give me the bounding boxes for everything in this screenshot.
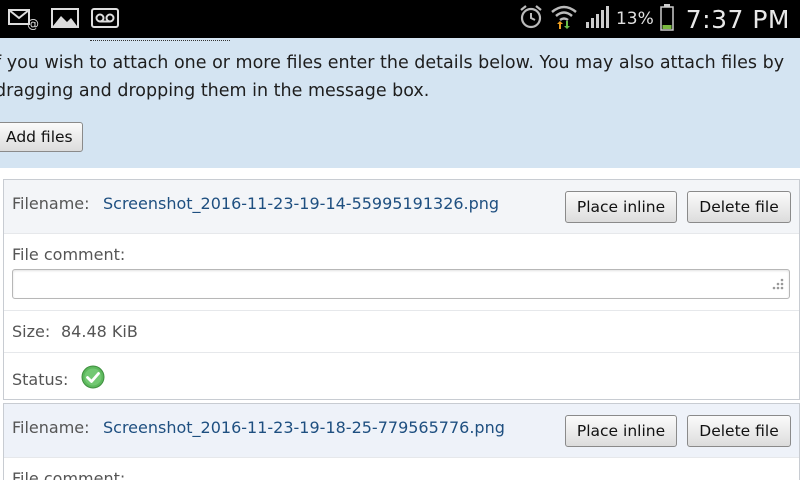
status-label: Status: — [12, 370, 69, 389]
place-inline-button[interactable]: Place inline — [565, 191, 677, 223]
size-row: Size: 84.48 KiB — [4, 311, 799, 353]
wifi-icon — [550, 3, 578, 35]
filename-row: Filename: Screenshot_2016-11-23-19-14-55… — [4, 180, 799, 234]
file-comment-label: File comment: — [12, 469, 126, 480]
size-value: 84.48 KiB — [61, 322, 138, 341]
attachments-intro: f you wish to attach one or more files e… — [0, 38, 800, 168]
filename-value: Screenshot_2016-11-23-19-14-55995191326.… — [103, 194, 500, 213]
filename-value: Screenshot_2016-11-23-19-18-25-779565776… — [103, 418, 505, 437]
intro-text: f you wish to attach one or more files e… — [0, 49, 800, 105]
voicemail-icon — [90, 6, 120, 34]
intro-line-2: dragging and dropping them in the messag… — [0, 81, 430, 101]
notification-icons: @ — [8, 6, 120, 34]
battery-percent: 13% — [615, 9, 654, 29]
signal-icon — [584, 4, 610, 34]
comment-row: File comment: — [4, 234, 799, 311]
add-files-button[interactable]: Add files — [0, 122, 83, 152]
intro-line-1: f you wish to attach one or more files e… — [0, 53, 785, 73]
email-icon: @ — [8, 6, 40, 34]
clock: 7:37 PM — [685, 4, 790, 34]
file-attachment-panel: Filename: Screenshot_2016-11-23-19-18-25… — [3, 403, 800, 480]
delete-file-button[interactable]: Delete file — [687, 191, 791, 223]
gallery-icon — [50, 6, 80, 34]
size-label: Size: — [12, 322, 51, 341]
alarm-icon — [518, 3, 544, 35]
file-comment-label: File comment: — [12, 245, 126, 264]
battery-icon — [660, 3, 674, 35]
file-comment-input[interactable] — [12, 269, 790, 299]
check-icon — [81, 365, 105, 393]
status-row: Status: — [4, 353, 799, 399]
file-attachment-panel: Filename: Screenshot_2016-11-23-19-14-55… — [3, 179, 800, 400]
delete-file-button[interactable]: Delete file — [687, 415, 791, 447]
resize-grip-icon[interactable] — [771, 276, 785, 295]
filename-label: Filename: — [12, 194, 90, 213]
system-icons: 13% 7:37 PM — [518, 0, 790, 38]
comment-row: File comment: — [4, 458, 799, 480]
svg-text:@: @ — [27, 17, 39, 30]
filename-label: Filename: — [12, 418, 90, 437]
filename-row: Filename: Screenshot_2016-11-23-19-18-25… — [4, 404, 799, 458]
status-bar: @ 13% 7:37 PM — [0, 0, 800, 38]
place-inline-button[interactable]: Place inline — [565, 415, 677, 447]
dotted-divider — [90, 38, 230, 41]
